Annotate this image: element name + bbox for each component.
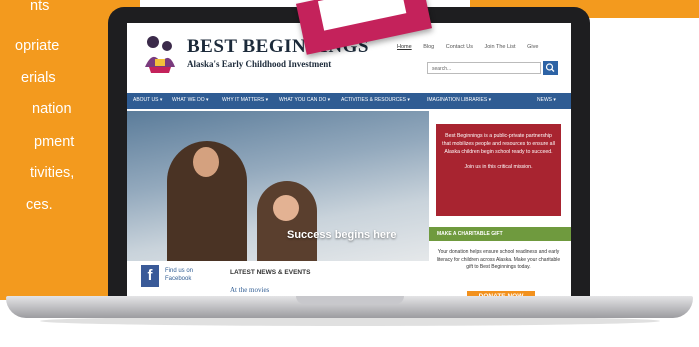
mission-box: Best Beginnings is a public-private part…: [436, 124, 561, 216]
laptop-base: [6, 296, 693, 318]
main-nav: ABOUT US ▾ WHAT WE DO ▾ WHY IT MATTERS ▾…: [127, 93, 571, 109]
side-line: tivities,: [30, 165, 75, 181]
side-line: erials: [21, 70, 56, 86]
donate-text: Your donation helps ensure school readin…: [436, 249, 561, 270]
nav-item-what-we-do[interactable]: WHAT WE DO ▾: [172, 97, 209, 103]
site-subtitle: Alaska's Early Childhood Investment: [187, 59, 332, 69]
news-item-title[interactable]: At the movies: [230, 286, 269, 294]
laptop-screen: BEST BEGINNINGS Alaska's Early Childhood…: [127, 23, 571, 305]
search-button[interactable]: [543, 61, 558, 75]
nav-item-activities[interactable]: ACTIVITIES & RESOURCES ▾: [341, 97, 410, 103]
facebook-icon: f: [141, 265, 159, 287]
facebook-label-line: Find us on: [165, 268, 194, 274]
nav-item-news[interactable]: NEWS ▾: [537, 97, 556, 103]
facebook-label-line: Facebook: [165, 276, 192, 282]
side-line: nation: [32, 101, 72, 117]
facebook-link[interactable]: f Find us on Facebook: [137, 263, 217, 293]
mission-text: Best Beginnings is a public-private part…: [442, 133, 555, 155]
side-line: ces.: [26, 197, 53, 213]
mission-cta: Join us in this critical mission.: [464, 164, 533, 170]
hero-image: Success begins here: [127, 111, 429, 261]
top-link-contact[interactable]: Contact Us: [446, 44, 473, 50]
facebook-label: Find us on Facebook: [165, 267, 193, 283]
nav-item-about[interactable]: ABOUT US ▾: [133, 97, 162, 103]
search-icon: [545, 63, 555, 72]
side-line: pment: [34, 134, 75, 150]
laptop-notch: [296, 296, 404, 304]
family-reading-logo-icon: [145, 36, 175, 73]
nav-item-what-you-can-do[interactable]: WHAT YOU CAN DO ▾: [279, 97, 330, 103]
charitable-gift-heading: MAKE A CHARITABLE GIFT: [429, 227, 571, 241]
hero-parent-face: [193, 147, 219, 177]
nav-item-why-it-matters[interactable]: WHY IT MATTERS ▾: [222, 97, 268, 103]
nav-item-imagination-libraries[interactable]: IMAGINATION LIBRARIES ▾: [427, 97, 491, 103]
brand-card-inset: [317, 0, 407, 31]
top-link-give[interactable]: Give: [527, 44, 538, 50]
top-link-blog[interactable]: Blog: [423, 44, 434, 50]
search-input[interactable]: search...: [427, 62, 541, 74]
side-line: opriate: [15, 38, 60, 54]
top-link-home[interactable]: Home: [397, 44, 412, 50]
hero-child: [257, 181, 317, 261]
hero-caption: Success begins here: [287, 229, 397, 241]
hero-child-face: [273, 195, 299, 221]
news-heading: LATEST NEWS & EVENTS: [230, 269, 311, 276]
top-links: Home Blog Contact Us Join The List Give: [397, 44, 548, 50]
top-link-join[interactable]: Join The List: [485, 44, 516, 50]
side-line: nts: [30, 0, 50, 14]
